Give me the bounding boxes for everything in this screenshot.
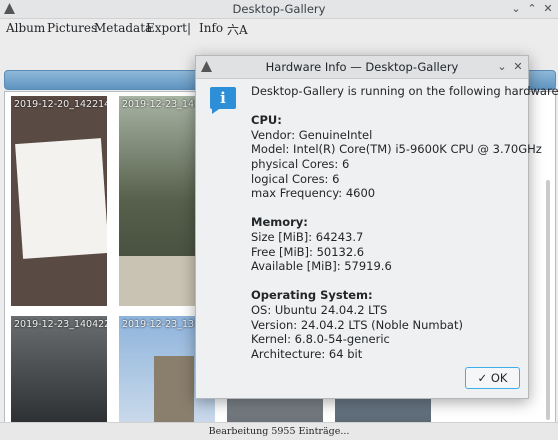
- menu-export[interactable]: Export: [146, 21, 187, 35]
- memory-heading: Memory:: [251, 215, 308, 230]
- menubar: Album Pictures Metadata Export | Info 六A: [0, 19, 558, 39]
- memory-free: Free [MiB]: 50132.6: [251, 244, 365, 259]
- cpu-physical-cores: physical Cores: 6: [251, 156, 350, 171]
- minimize-button[interactable]: ⌄: [508, 1, 524, 17]
- os-architecture: Architecture: 64 bit: [251, 346, 363, 361]
- memory-available: Available [MiB]: 57919.6: [251, 259, 392, 274]
- menu-separator: |: [187, 21, 192, 35]
- statusbar: Bearbeitung 5955 Einträge...: [0, 422, 558, 440]
- main-titlebar: Desktop-Gallery ⌄ ⌃ ✕: [0, 0, 558, 19]
- thumbnail-label: 2019-12-23_140422.jpg: [14, 319, 107, 330]
- menu-pictures[interactable]: Pictures: [47, 21, 97, 35]
- menu-info[interactable]: Info: [199, 21, 223, 35]
- os-heading: Operating System:: [251, 288, 373, 303]
- info-icon: i: [210, 87, 236, 115]
- cpu-model: Model: Intel(R) Core(TM) i5-9600K CPU @ …: [251, 142, 542, 157]
- dialog-title: Hardware Info — Desktop-Gallery: [265, 60, 459, 74]
- cpu-vendor: Vendor: GenuineIntel: [251, 127, 373, 142]
- status-text: Bearbeitung 5955 Einträge...: [208, 426, 350, 437]
- thumbnail-image: [154, 356, 194, 422]
- thumbnail[interactable]: 2019-12-20_142214.jpg: [11, 96, 107, 306]
- memory-size: Size [MiB]: 64243.7: [251, 229, 364, 244]
- ok-button[interactable]: ✓ OK: [465, 367, 520, 389]
- dialog-titlebar: Hardware Info — Desktop-Gallery ⌄ ✕: [196, 56, 528, 79]
- gallery-scrollbar[interactable]: [543, 180, 553, 420]
- thumbnail-image: [15, 138, 107, 259]
- intro-text: Desktop-Gallery is running on the follow…: [251, 84, 558, 98]
- dialog-close-button[interactable]: ✕: [510, 59, 526, 75]
- thumbnail-label: 2019-12-20_142214.jpg: [14, 99, 107, 110]
- thumbnail[interactable]: 2019-12-23_140422.jpg: [11, 316, 107, 422]
- cpu-logical-cores: logical Cores: 6: [251, 171, 340, 186]
- os-name: OS: Ubuntu 24.04.2 LTS: [251, 302, 388, 317]
- info-glyph: i: [220, 89, 226, 107]
- menu-album[interactable]: Album: [6, 21, 45, 35]
- close-button[interactable]: ✕: [540, 1, 556, 17]
- dialog-minimize-button[interactable]: ⌄: [494, 59, 510, 75]
- os-version: Version: 24.04.2 LTS (Noble Numbat): [251, 317, 463, 332]
- menu-metadata[interactable]: Metadata: [94, 21, 152, 35]
- maximize-button[interactable]: ⌃: [524, 1, 540, 17]
- cpu-heading: CPU:: [251, 113, 282, 128]
- window-title: Desktop-Gallery: [232, 2, 326, 16]
- menu-language[interactable]: 六A: [227, 21, 248, 38]
- os-kernel: Kernel: 6.8.0-54-generic: [251, 332, 390, 347]
- hardware-info-dialog: Hardware Info — Desktop-Gallery ⌄ ✕ i De…: [195, 55, 558, 399]
- cpu-max-frequency: max Frequency: 4600: [251, 186, 376, 201]
- ok-label: OK: [490, 371, 508, 385]
- checkmark-icon: ✓: [477, 371, 488, 385]
- dialog-content: Desktop-Gallery is running on the follow…: [251, 84, 558, 361]
